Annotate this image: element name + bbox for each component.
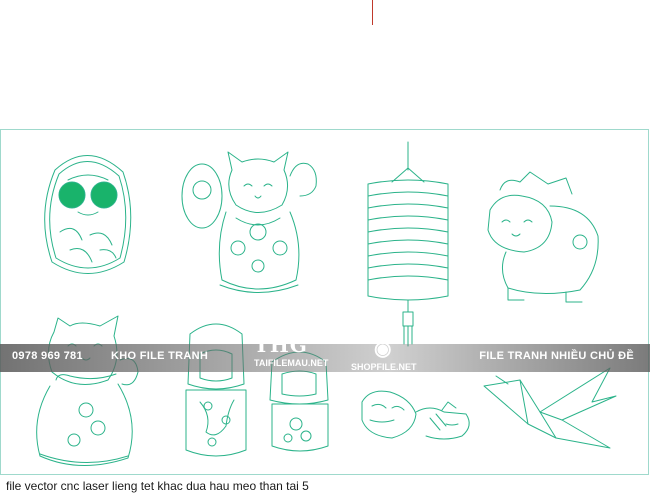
watermark-shop-name: KHO FILE TRANH	[111, 350, 209, 362]
daruma-icon	[44, 155, 132, 274]
watermark-phone: 0978 969 781	[12, 350, 83, 362]
eye-icon: ◉	[374, 338, 392, 360]
watermark-logo-subtext: TAIFILEMAU.NET	[254, 358, 329, 368]
lucky-cat-sitting-icon	[36, 315, 139, 466]
watermark-tagline: FILE TRANH NHIỀU CHỦ ĐỀ	[479, 350, 634, 362]
artwork-canvas	[36, 141, 617, 466]
watermark-eye-subtext: SHOPFILE.NET	[351, 362, 417, 372]
tiger-toy-icon	[361, 390, 470, 440]
dog-figurine-icon	[487, 171, 599, 303]
watermark-logo: THG	[254, 333, 308, 357]
image-caption: file vector cnc laser lieng tet khac dua…	[6, 479, 309, 493]
paper-crane-icon	[483, 367, 617, 449]
paper-lantern-icon	[367, 141, 449, 347]
lucky-cat-waving-icon	[181, 151, 317, 293]
